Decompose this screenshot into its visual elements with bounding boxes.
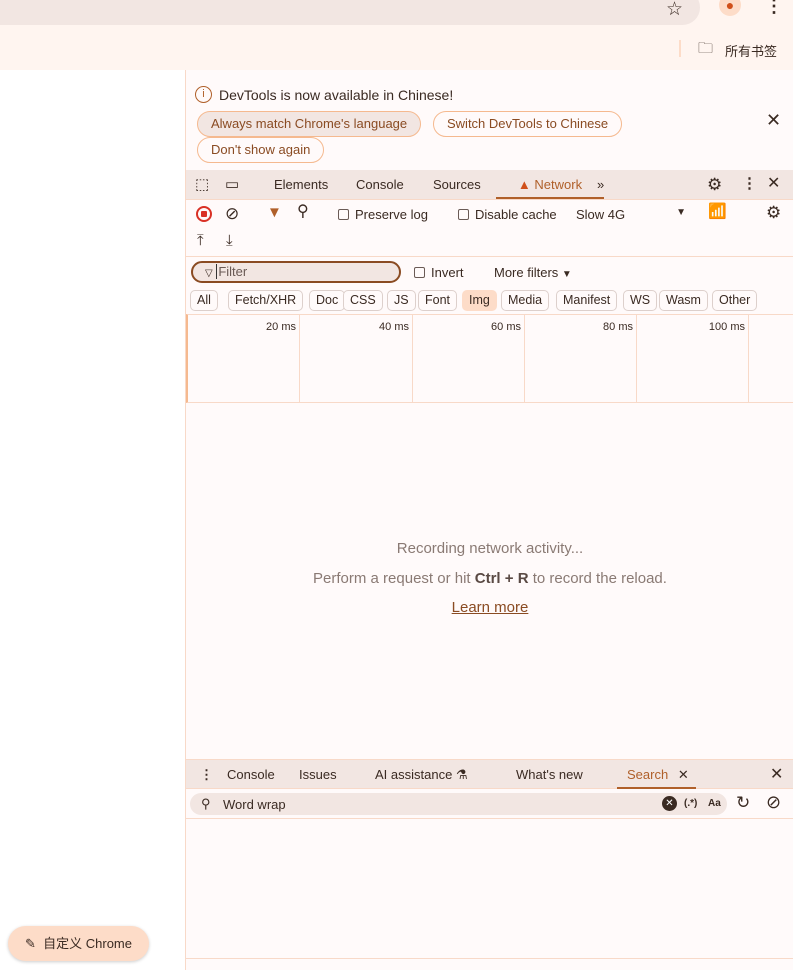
clear-icon[interactable]: ⊘ xyxy=(225,205,239,222)
filter-placeholder: Filter xyxy=(216,264,248,279)
search-input[interactable]: ⚲ Word wrap ✕ (.*) Aa xyxy=(190,793,727,815)
preserve-log-checkbox[interactable]: Preserve log xyxy=(338,207,428,222)
divider xyxy=(679,40,681,57)
bookmarks-bar: 🗀 所有书签 xyxy=(0,25,793,70)
search-value: Word wrap xyxy=(223,797,286,812)
match-case-toggle[interactable]: Aa xyxy=(708,798,721,809)
drawer-tab-ai-assistance[interactable]: AI assistance ⚗ xyxy=(375,760,468,789)
tick-label: 80 ms xyxy=(525,315,637,403)
inspect-element-icon[interactable]: ⬚ xyxy=(195,177,209,192)
drawer-tab-bar: ⋮ Console Issues AI assistance ⚗ What's … xyxy=(186,759,793,789)
always-match-language-button[interactable]: Always match Chrome's language xyxy=(197,111,422,137)
chip-doc[interactable]: Doc xyxy=(309,290,346,311)
tick-label: 20 ms xyxy=(188,315,300,403)
export-har-icon[interactable]: ⤓ xyxy=(226,233,233,248)
device-toolbar-icon[interactable]: ▭ xyxy=(225,177,239,192)
type-filter-chips: All Fetch/XHR Doc CSS JS Font Img Media Manifest… xyxy=(190,290,790,312)
tab-network-label: Network xyxy=(534,177,583,192)
network-toolbar: ⊘ ▼ ⚲ Preserve log Disable cache Slow 4G… xyxy=(186,200,793,257)
info-icon: i xyxy=(195,86,212,103)
settings-icon[interactable]: ⚙ xyxy=(707,176,722,193)
warning-icon: ▲ xyxy=(517,177,531,192)
chip-font[interactable]: Font xyxy=(418,290,458,311)
empty-state: Recording network activity... Perform a … xyxy=(186,540,793,616)
bookmark-star-icon[interactable]: ☆ xyxy=(666,0,683,21)
chip-css[interactable]: CSS xyxy=(343,290,383,311)
chip-ws[interactable]: WS xyxy=(623,290,658,311)
chip-fetchxhr[interactable]: Fetch/XHR xyxy=(228,290,304,311)
chip-js[interactable]: JS xyxy=(387,290,416,311)
divider xyxy=(186,958,793,959)
empty-title: Recording network activity... xyxy=(396,540,584,557)
drawer-tab-search[interactable]: Search ✕ xyxy=(617,760,696,789)
clear-search-icon[interactable]: ✕ xyxy=(662,796,677,811)
tab-sources[interactable]: Sources xyxy=(433,170,481,199)
more-filters-label: More filters xyxy=(494,265,559,280)
folder-icon: 🗀 xyxy=(698,40,714,57)
import-har-icon[interactable]: ⤒ xyxy=(197,233,204,248)
disable-cache-label: Disable cache xyxy=(475,207,557,222)
preserve-log-label: Preserve log xyxy=(355,207,428,222)
drawer-menu-icon[interactable]: ⋮ xyxy=(200,760,213,789)
dont-show-again-button[interactable]: Don't show again xyxy=(197,137,325,163)
refresh-search-icon[interactable]: ↻ xyxy=(736,794,750,811)
switch-to-chinese-button[interactable]: Switch DevTools to Chinese xyxy=(433,111,623,137)
tab-elements[interactable]: Elements xyxy=(274,170,328,199)
throttle-value: Slow 4G xyxy=(576,207,626,222)
drawer-tab-whats-new[interactable]: What's new xyxy=(516,760,583,789)
search-icon: ⚲ xyxy=(201,796,211,811)
more-tabs-icon[interactable]: » xyxy=(597,170,604,199)
invert-label: Invert xyxy=(431,265,464,280)
throttling-select[interactable]: Slow 4G ▼ xyxy=(576,207,686,222)
clear-search-results-icon[interactable]: ⊘ xyxy=(766,793,781,811)
empty-hint: Perform a request or hit Ctrl + R to rec… xyxy=(313,570,667,587)
drawer-tab-console[interactable]: Console xyxy=(227,760,275,789)
infobar-message: DevTools is now available in Chinese! xyxy=(219,87,454,103)
chrome-menu-icon[interactable]: ⋮ xyxy=(765,0,783,17)
close-search-tab-icon[interactable]: ✕ xyxy=(678,767,689,782)
drawer-tab-issues[interactable]: Issues xyxy=(299,760,337,789)
filter-input[interactable]: ▽ Filter xyxy=(191,261,401,283)
close-infobar-icon[interactable]: ✕ xyxy=(766,110,781,131)
regex-toggle[interactable]: (.*) xyxy=(684,798,697,809)
tick-label: 60 ms xyxy=(413,315,525,403)
chip-manifest[interactable]: Manifest xyxy=(556,290,618,311)
divider xyxy=(186,818,793,819)
network-settings-icon[interactable]: ⚙ xyxy=(766,204,781,221)
address-bar[interactable] xyxy=(0,0,700,25)
disable-cache-checkbox[interactable]: Disable cache xyxy=(458,207,557,222)
pencil-icon: ✎ xyxy=(25,936,36,951)
record-stop-icon[interactable] xyxy=(196,206,212,222)
flask-icon: ⚗ xyxy=(455,767,468,782)
search-icon[interactable]: ⚲ xyxy=(297,204,309,220)
tab-network[interactable]: ▲ Network xyxy=(496,170,604,199)
chip-other[interactable]: Other xyxy=(712,290,758,311)
devtools-panel: i DevTools is now available in Chinese! … xyxy=(185,70,793,970)
tick-label: 40 ms xyxy=(300,315,413,403)
customize-menu-icon[interactable]: ⋮ xyxy=(742,176,757,191)
customize-chrome-button[interactable]: ✎ 自定义 Chrome xyxy=(8,926,149,961)
chip-img[interactable]: Img xyxy=(462,290,497,311)
tick-label: 100 ms xyxy=(637,315,749,403)
timeline-overview[interactable]: 20 ms 40 ms 60 ms 80 ms 100 ms xyxy=(186,314,793,403)
learn-more-link[interactable]: Learn more xyxy=(186,599,793,616)
network-conditions-icon[interactable]: 📶 xyxy=(708,204,727,219)
tab-console[interactable]: Console xyxy=(356,170,404,199)
close-devtools-icon[interactable]: ✕ xyxy=(767,176,780,192)
browser-toolbar: ☆ ● ⋮ xyxy=(0,0,793,25)
more-filters-dropdown[interactable]: More filters ▼ xyxy=(494,265,572,280)
close-drawer-icon[interactable]: ✕ xyxy=(770,760,783,789)
all-bookmarks[interactable]: 所有书签 xyxy=(725,41,777,60)
chip-wasm[interactable]: Wasm xyxy=(659,290,708,311)
chip-media[interactable]: Media xyxy=(501,290,550,311)
filter-icon[interactable]: ▼ xyxy=(267,205,282,220)
filter-funnel-icon: ▽ xyxy=(205,268,213,279)
profile-avatar-icon[interactable]: ● xyxy=(719,0,741,16)
shortcut-key: Ctrl + R xyxy=(474,570,529,587)
invert-checkbox[interactable]: Invert xyxy=(414,265,464,280)
main-tab-bar: ⬚ ▭ Elements Console Sources ▲ Network »… xyxy=(186,170,793,200)
chip-all[interactable]: All xyxy=(190,290,218,311)
customize-label: 自定义 Chrome xyxy=(43,936,132,951)
